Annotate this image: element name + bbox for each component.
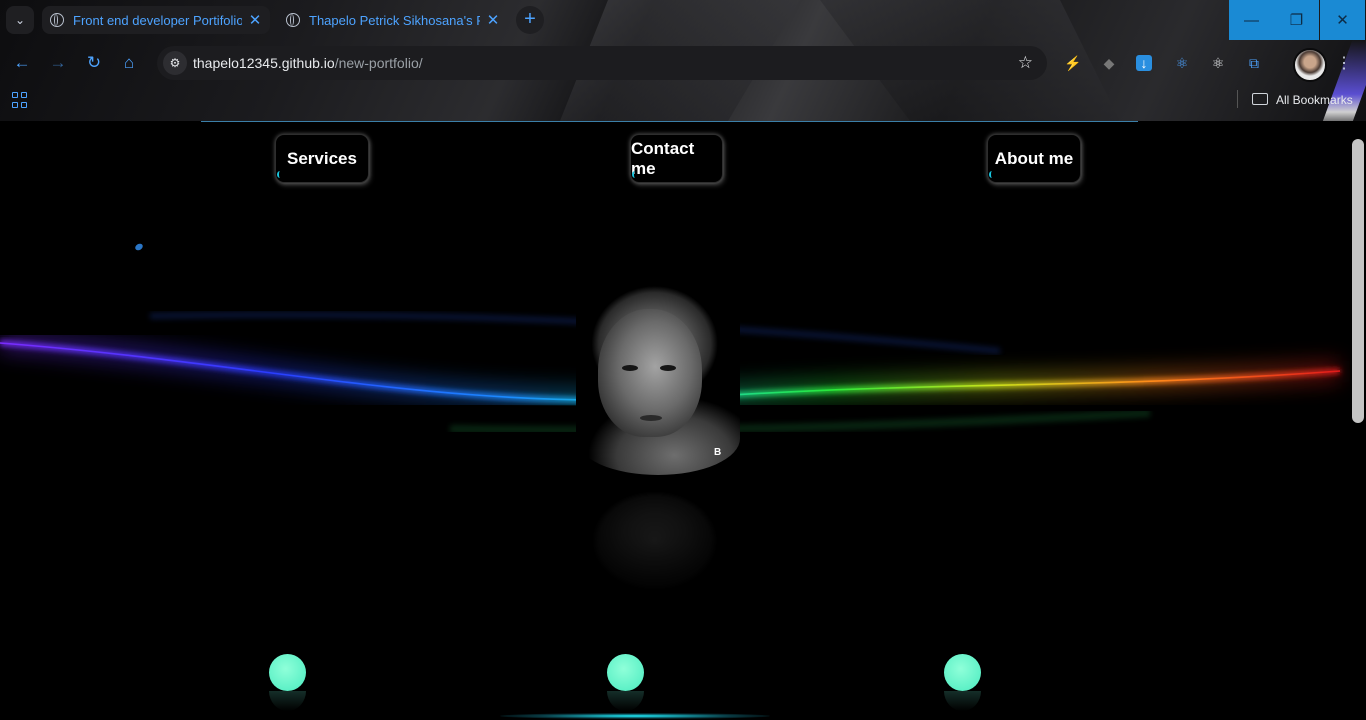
- minimize-button[interactable]: —: [1229, 0, 1274, 40]
- reload-icon: ↻: [86, 53, 102, 72]
- restore-button[interactable]: ❐: [1274, 0, 1319, 40]
- top-divider: [201, 121, 1138, 122]
- home-button[interactable]: ⌂: [118, 52, 140, 74]
- extension-bolt-icon[interactable]: ⚡: [1063, 53, 1083, 73]
- restore-icon: ❐: [1289, 12, 1304, 29]
- tab-search-button[interactable]: ⌄: [6, 6, 34, 34]
- eye-shape: [622, 365, 638, 371]
- url-host: thapelo12345.github.io: [193, 55, 335, 71]
- tab-profile[interactable]: Thapelo Petrick Sikhosana's Po ✕: [278, 6, 508, 34]
- extension-react-icon[interactable]: ⚛: [1208, 53, 1228, 73]
- social-ball-1[interactable]: [269, 654, 306, 691]
- ball-reflection: [607, 691, 644, 711]
- scrollbar-track[interactable]: [1350, 121, 1366, 720]
- tab-title: Front end developer Portifolio: [73, 12, 242, 28]
- address-bar[interactable]: ⚙ thapelo12345.github.io/new-portfolio/ …: [157, 46, 1047, 80]
- chevron-down-icon: ⌄: [14, 13, 26, 27]
- url-path: /new-portfolio/: [334, 55, 423, 71]
- nav-services-button[interactable]: Services: [275, 134, 369, 183]
- eye-shape: [660, 365, 676, 371]
- all-bookmarks-link[interactable]: All Bookmarks: [1276, 93, 1353, 107]
- new-tab-button[interactable]: +: [516, 6, 544, 34]
- reload-button[interactable]: ↻: [83, 52, 105, 74]
- photo-reflection: [576, 473, 740, 643]
- globe-icon: [286, 13, 300, 27]
- ball-reflection: [269, 691, 306, 711]
- mouth-shape: [640, 415, 662, 421]
- decorative-dot: [134, 242, 144, 252]
- social-ball-3[interactable]: [944, 654, 981, 691]
- extension-download-icon[interactable]: ↓: [1136, 55, 1152, 71]
- floor-glow: [500, 713, 770, 719]
- bookmarks-divider: [1237, 90, 1238, 108]
- url-text[interactable]: thapelo12345.github.io/new-portfolio/: [193, 55, 423, 71]
- social-ball-2[interactable]: [607, 654, 644, 691]
- apps-grid-icon[interactable]: [12, 92, 28, 108]
- close-icon: ✕: [1336, 12, 1349, 29]
- shirt-print: B: [714, 447, 723, 458]
- tab-portfolio[interactable]: Front end developer Portifolio ✕: [42, 6, 270, 34]
- bookmark-star-icon[interactable]: ☆: [1018, 53, 1033, 73]
- close-window-button[interactable]: ✕: [1320, 0, 1365, 40]
- back-button[interactable]: ←: [11, 52, 33, 74]
- menu-kebab-icon[interactable]: ⋮: [1336, 53, 1352, 73]
- extension-shield-icon[interactable]: ◆: [1099, 53, 1119, 73]
- nav-about-button[interactable]: About me: [987, 134, 1081, 183]
- folder-icon: [1252, 93, 1268, 105]
- extension-atom-icon[interactable]: ⚛: [1172, 53, 1192, 73]
- profile-avatar[interactable]: [1293, 48, 1327, 82]
- extensions-puzzle-icon[interactable]: ⧉: [1244, 53, 1264, 73]
- forward-button[interactable]: →: [47, 52, 69, 74]
- browser-chrome: ⌄ Front end developer Portifolio ✕ Thape…: [0, 0, 1366, 121]
- arrow-left-icon: ←: [13, 53, 31, 72]
- minimize-icon: —: [1244, 11, 1259, 29]
- home-icon: ⌂: [123, 53, 135, 72]
- globe-icon: [50, 13, 64, 27]
- site-settings-icon[interactable]: ⚙: [163, 51, 187, 75]
- close-icon[interactable]: ✕: [486, 11, 500, 29]
- arrow-right-icon: →: [49, 53, 67, 72]
- nav-contact-button[interactable]: Contact me: [630, 134, 723, 183]
- profile-photo: B: [576, 279, 740, 475]
- scrollbar-thumb[interactable]: [1352, 139, 1364, 423]
- tab-title: Thapelo Petrick Sikhosana's Po: [309, 12, 480, 28]
- portfolio-page: Services Contact me About me B: [0, 121, 1366, 720]
- close-icon[interactable]: ✕: [248, 11, 262, 29]
- ball-reflection: [944, 691, 981, 711]
